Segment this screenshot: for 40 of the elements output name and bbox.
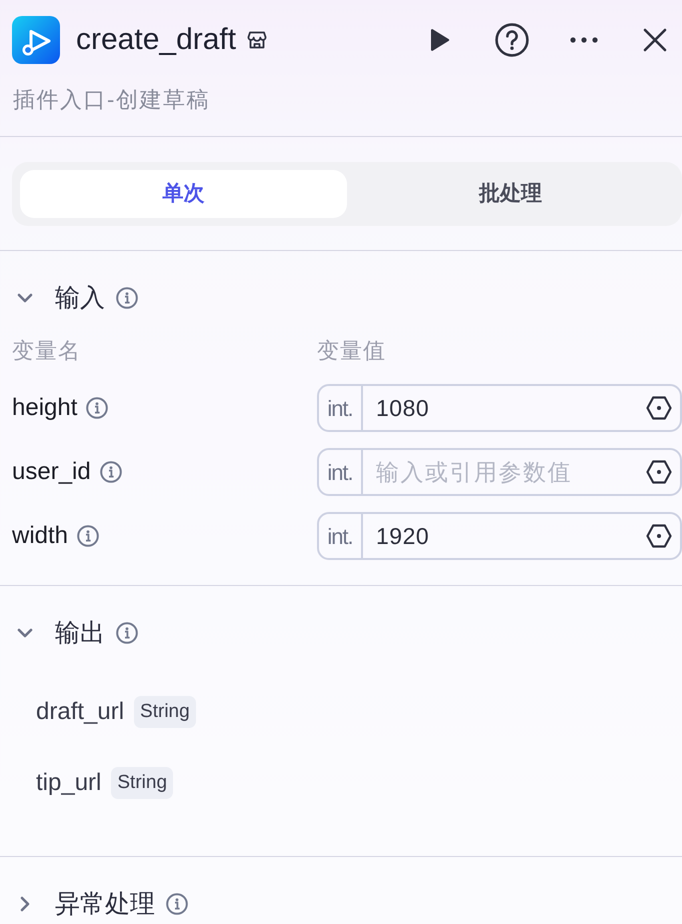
info-icon — [77, 525, 100, 547]
info-icon — [100, 461, 122, 483]
output-name: draft_url — [36, 698, 124, 726]
more-icon[interactable] — [570, 37, 598, 43]
param-name: width — [12, 522, 68, 550]
chevron-down-icon[interactable] — [17, 628, 33, 638]
store-icon — [247, 30, 268, 50]
info-icon — [116, 622, 138, 644]
param-name: user_id — [12, 458, 91, 486]
tab[interactable]: 批处理 — [347, 170, 674, 218]
value-field[interactable]: int. 1080 — [317, 384, 682, 432]
panel-subtitle: 插件入口-创建草稿 — [13, 86, 210, 114]
app-logo-icon — [12, 16, 60, 64]
type-prefix: int. — [319, 386, 363, 430]
column-header: 变量名 — [12, 338, 81, 363]
info-icon — [116, 287, 138, 309]
type-tag: String — [134, 696, 196, 728]
help-icon[interactable] — [495, 23, 529, 57]
value-input[interactable]: 1920 — [363, 514, 646, 558]
chevron-down-icon[interactable] — [17, 293, 33, 303]
info-icon — [166, 893, 188, 915]
output-name: tip_url — [36, 769, 102, 797]
chevron-right-icon[interactable] — [20, 896, 30, 912]
panel-title: create_draft — [76, 22, 236, 58]
type-prefix: int. — [319, 450, 363, 494]
close-icon[interactable] — [643, 28, 667, 52]
value-input[interactable]: 1080 — [363, 386, 646, 430]
section-title: 异常处理 — [55, 889, 155, 920]
type-prefix: int. — [319, 514, 363, 558]
info-icon — [86, 397, 108, 419]
play-icon[interactable] — [429, 28, 451, 52]
value-field[interactable]: int. 1920 — [317, 512, 682, 560]
column-header: 变量值 — [317, 338, 386, 363]
type-tag: String — [111, 767, 174, 799]
value-field[interactable]: int. 输入或引用参数值 — [317, 448, 682, 496]
tab[interactable]: 单次 — [20, 170, 347, 218]
param-name: height — [12, 394, 78, 422]
section-title: 输入 — [55, 283, 105, 314]
value-input[interactable]: 输入或引用参数值 — [363, 450, 646, 494]
section-title: 输出 — [55, 618, 105, 649]
